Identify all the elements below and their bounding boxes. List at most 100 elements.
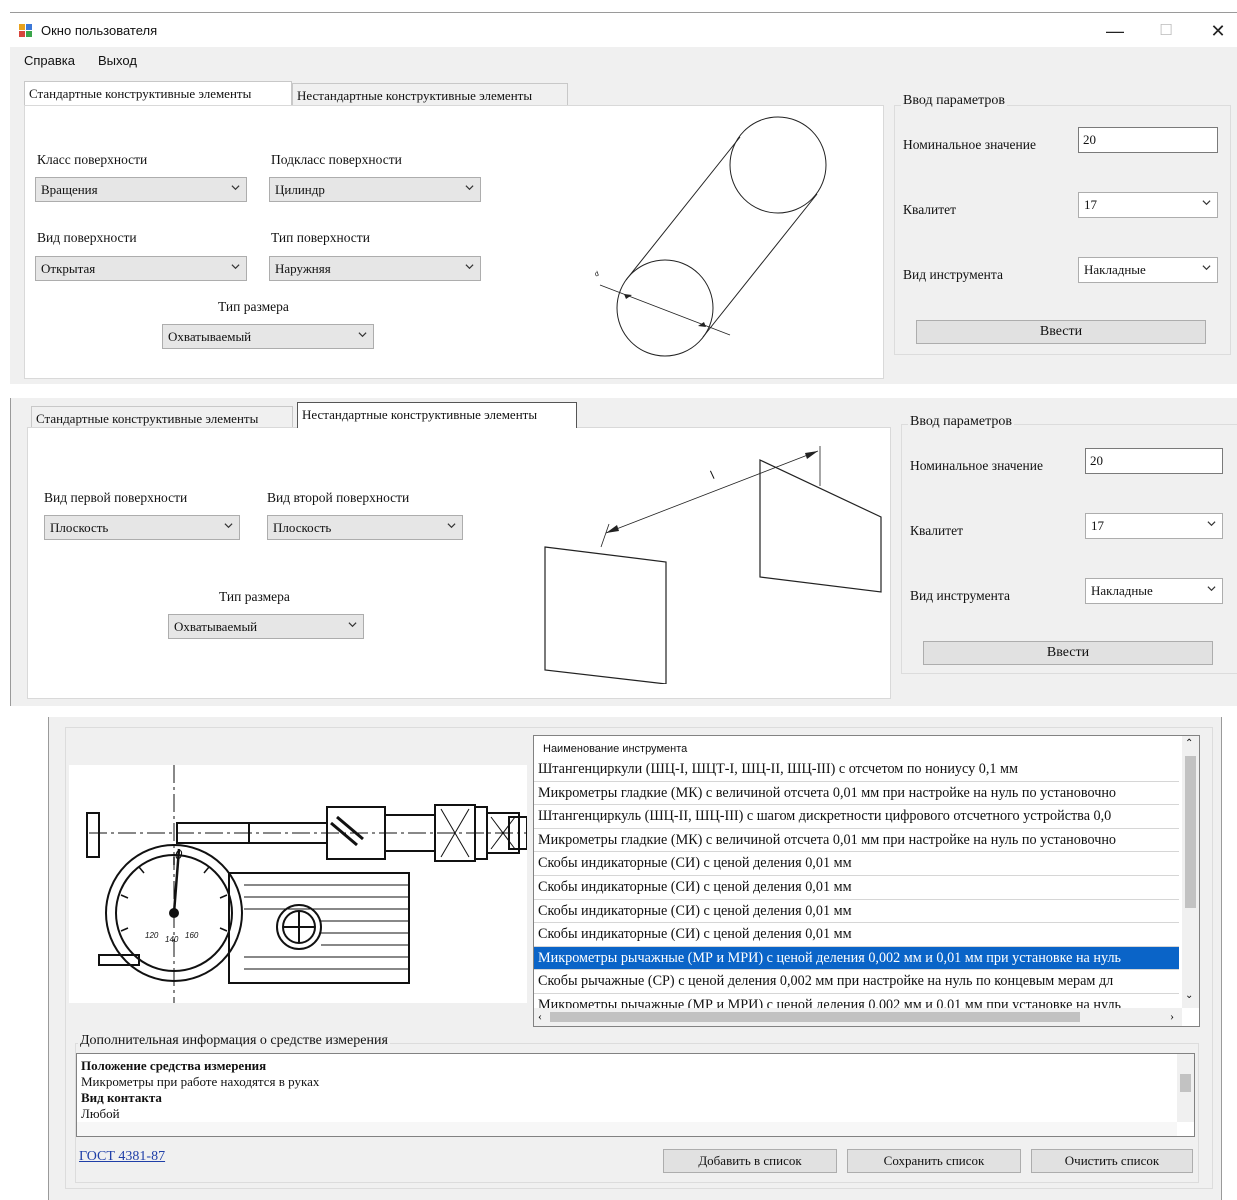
scroll-thumb[interactable] <box>1185 756 1196 908</box>
user-window-nonstandard: Стандартные конструктивные элементы Нест… <box>10 398 1237 706</box>
chevron-down-icon <box>1207 521 1216 527</box>
instrument-list-item[interactable]: Скобы индикаторные (СИ) с ценой деления … <box>538 900 852 922</box>
menu-help[interactable]: Справка <box>24 53 75 68</box>
size-type-select[interactable]: Охватываемый <box>162 324 374 349</box>
instrument-list-item[interactable]: Микрометры гладкие (МК) с величиной отсч… <box>538 782 1116 804</box>
minimize-button[interactable]: — <box>1092 17 1138 45</box>
list-horizontal-scrollbar[interactable]: ‹ › <box>534 1008 1182 1026</box>
position-text: Микрометры при работе находятся в руках <box>81 1074 320 1089</box>
dial-label-120: 120 <box>145 931 159 940</box>
list-vertical-scrollbar[interactable]: ⌃ ⌄ <box>1182 736 1199 1008</box>
size-type-label-2: Тип размера <box>219 589 290 604</box>
first-surface-value: Плоскость <box>50 520 109 535</box>
tool-select-2[interactable]: Накладные <box>1085 578 1223 604</box>
first-surface-select[interactable]: Плоскость <box>44 515 240 540</box>
chevron-down-icon <box>1202 200 1211 206</box>
instrument-list-item[interactable]: Скобы индикаторные (СИ) с ценой деления … <box>538 876 852 898</box>
grade-value-2: 17 <box>1091 518 1104 533</box>
clear-list-button[interactable]: Очистить список <box>1031 1149 1193 1173</box>
info-horizontal-scrollbar[interactable] <box>77 1122 1177 1136</box>
surface-subclass-select[interactable]: Цилиндр <box>269 177 481 202</box>
grade-select-2[interactable]: 17 <box>1085 513 1223 539</box>
dial-label-140: 140 <box>165 935 179 944</box>
nominal-input-2[interactable]: 20 <box>1085 448 1223 474</box>
save-list-button[interactable]: Сохранить список <box>847 1149 1021 1173</box>
chevron-down-icon <box>465 264 474 270</box>
submit-button-2[interactable]: Ввести <box>923 641 1213 665</box>
grade-value: 17 <box>1084 197 1097 212</box>
scroll-left-icon[interactable]: ‹ <box>538 1009 542 1024</box>
close-button[interactable]: ✕ <box>1195 17 1237 45</box>
chevron-down-icon <box>224 523 233 529</box>
instrument-listbox[interactable]: Наименование инструмента Штангенциркули … <box>533 735 1200 1027</box>
list-header: Наименование инструмента <box>543 743 688 755</box>
nominal-input[interactable]: 20 <box>1078 127 1218 153</box>
gost-link[interactable]: ГОСТ 4381-87 <box>79 1149 165 1165</box>
dial-label-zero: 0 <box>175 847 183 862</box>
tool-label-2: Вид инструмента <box>910 588 1010 603</box>
lever-micrometer-drawing <box>86 765 528 1003</box>
instrument-list-item[interactable]: Штангенциркули (ШЦ-I, ШЦТ-I, ШЦ-II, ШЦ-I… <box>538 758 1018 780</box>
tab-nonstandard[interactable]: Нестандартные конструктивные элементы <box>292 83 568 105</box>
surface-kind-value: Открытая <box>41 261 96 276</box>
size-type-value: Охватываемый <box>168 329 252 344</box>
params-group-title-2: Ввод параметров <box>908 414 1014 430</box>
scroll-right-icon[interactable]: › <box>1170 1009 1174 1024</box>
add-to-list-button[interactable]: Добавить в список <box>663 1149 837 1173</box>
surface-kind-select[interactable]: Открытая <box>35 256 247 281</box>
instrument-list-item[interactable]: Микрометры рычажные (МР и МРИ) с ценой д… <box>534 946 1179 969</box>
scroll-up-icon[interactable]: ⌃ <box>1185 738 1193 749</box>
size-type-select-2[interactable]: Охватываемый <box>168 614 364 639</box>
surface-type-label: Тип поверхности <box>271 230 370 245</box>
chevron-down-icon <box>1202 265 1211 271</box>
menu-exit[interactable]: Выход <box>98 53 137 68</box>
tool-select[interactable]: Накладные <box>1078 257 1218 283</box>
additional-info-title: Дополнительная информация о средстве изм… <box>78 1033 390 1049</box>
scroll-h-thumb[interactable] <box>550 1012 1080 1022</box>
surface-type-value: Наружняя <box>275 261 331 276</box>
surface-kind-label: Вид поверхности <box>37 230 137 245</box>
surface-subclass-value: Цилиндр <box>275 182 325 197</box>
surface-class-select[interactable]: Вращения <box>35 177 247 202</box>
tab-nonstandard-2[interactable]: Нестандартные конструктивные элементы <box>297 402 577 428</box>
instrument-window: 0 120 140 160 Наименование инструмента Ш… <box>48 717 1222 1200</box>
chevron-down-icon <box>231 264 240 270</box>
submit-button[interactable]: Ввести <box>916 320 1206 344</box>
size-type-value-2: Охватываемый <box>174 619 258 634</box>
grade-select[interactable]: 17 <box>1078 192 1218 218</box>
second-surface-label: Вид второй поверхности <box>267 490 410 505</box>
surface-class-label: Класс поверхности <box>37 152 148 167</box>
params-group-title: Ввод параметров <box>901 93 1007 109</box>
tool-label: Вид инструмента <box>903 267 1003 282</box>
contact-text: Любой <box>81 1106 120 1121</box>
tab-standard[interactable]: Стандартные конструктивные элементы <box>24 81 292 105</box>
maximize-button[interactable]: ☐ <box>1143 17 1189 45</box>
additional-info-textbox[interactable]: Положение средства измерения Микрометры … <box>76 1053 1195 1137</box>
instrument-list-item[interactable]: Скобы индикаторные (СИ) с ценой деления … <box>538 852 852 874</box>
instrument-rows: Штангенциркули (ШЦ-I, ШЦТ-I, ШЦ-II, ШЦ-I… <box>534 758 1184 1018</box>
dial-label-160: 160 <box>185 931 199 940</box>
instrument-image: 0 120 140 160 <box>69 765 528 1003</box>
cylinder-drawing <box>599 116 827 357</box>
instrument-list-item[interactable]: Штангенциркуль (ШЦ-II, ШЦ-III) с шагом д… <box>538 805 1111 827</box>
instrument-list-item[interactable]: Скобы индикаторные (СИ) с ценой деления … <box>538 923 852 945</box>
surface-class-value: Вращения <box>41 182 98 197</box>
second-surface-select[interactable]: Плоскость <box>267 515 463 540</box>
info-vertical-scrollbar[interactable] <box>1177 1054 1194 1122</box>
instrument-list-item[interactable]: Скобы рычажные (СР) с ценой деления 0,00… <box>538 970 1113 992</box>
menu-bar <box>10 47 1237 77</box>
size-type-label: Тип размера <box>218 299 289 314</box>
app-icon <box>19 24 33 38</box>
chevron-down-icon <box>231 185 240 191</box>
nominal-label: Номинальное значение <box>903 137 1036 152</box>
info-scroll-thumb[interactable] <box>1180 1074 1191 1092</box>
instrument-list-item[interactable]: Микрометры гладкие (МК) с величиной отсч… <box>538 829 1116 851</box>
nominal-label-2: Номинальное значение <box>910 458 1043 473</box>
surface-type-select[interactable]: Наружняя <box>269 256 481 281</box>
first-surface-label: Вид первой поверхности <box>44 490 188 505</box>
scroll-down-icon[interactable]: ⌄ <box>1185 990 1193 1001</box>
title-bar: Окно пользователя — ☐ ✕ <box>10 13 1237 47</box>
position-heading: Положение средства измерения <box>81 1058 267 1073</box>
chevron-down-icon <box>348 622 357 628</box>
grade-label: Квалитет <box>903 202 957 217</box>
